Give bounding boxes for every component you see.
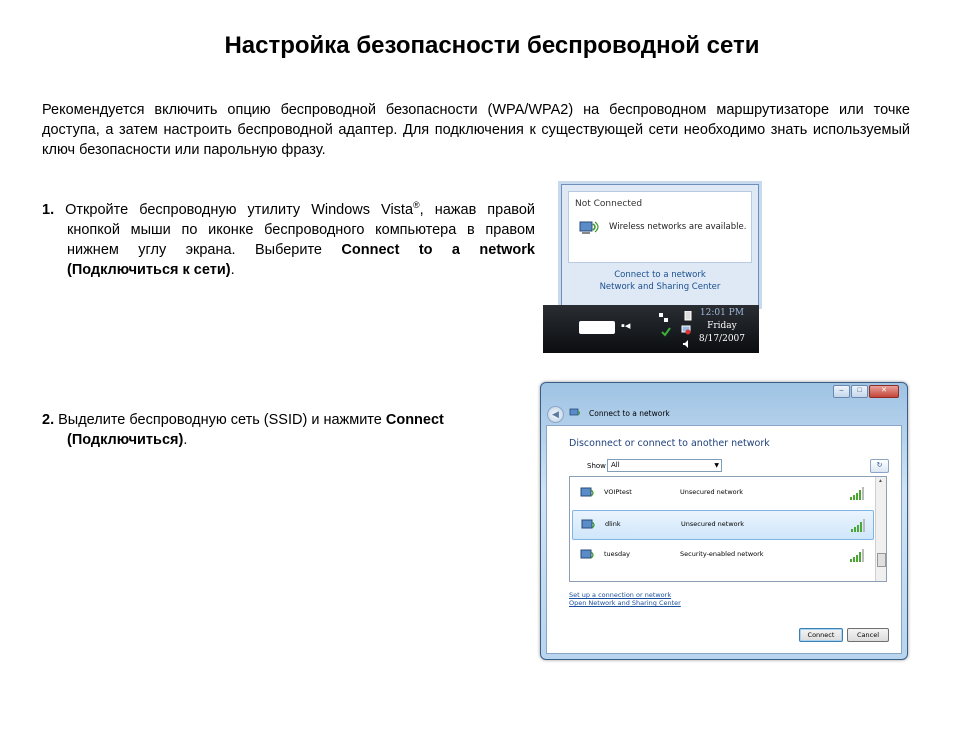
network-row[interactable]: VOIPtest Unsecured network bbox=[572, 479, 872, 507]
show-label: Show bbox=[587, 462, 606, 470]
networks-available-message: Wireless networks are available. bbox=[609, 222, 747, 232]
network-security: Unsecured network bbox=[681, 520, 745, 528]
battery-indicator bbox=[579, 321, 615, 334]
connection-status: Not Connected bbox=[575, 199, 643, 209]
registered-mark: ® bbox=[413, 200, 420, 210]
dialog-title: Connect to a network bbox=[589, 409, 670, 418]
wireless-network-icon bbox=[581, 519, 595, 529]
window-buttons: – □ ✕ bbox=[833, 385, 899, 398]
network-row-selected[interactable]: dlink Unsecured network bbox=[572, 510, 874, 540]
tray-check-icon[interactable] bbox=[661, 327, 671, 337]
tray-screenshot: Not Connected Wireless networks are avai… bbox=[543, 180, 759, 353]
setup-connection-link[interactable]: Set up a connection or network bbox=[569, 591, 681, 599]
network-name: dlink bbox=[605, 520, 621, 528]
dialog-heading: Disconnect or connect to another network bbox=[569, 438, 770, 449]
network-name: tuesday bbox=[604, 550, 631, 558]
list-scrollbar[interactable]: ▲ bbox=[875, 477, 886, 581]
speaker-icon[interactable] bbox=[681, 339, 691, 349]
step-1-number: 1. bbox=[42, 201, 55, 218]
dialog-links: Set up a connection or network Open Netw… bbox=[569, 591, 681, 607]
step-1: 1. Откройте беспроводную утилиту Windows… bbox=[42, 195, 535, 280]
network-name: VOIPtest bbox=[604, 488, 632, 496]
connect-button[interactable]: Connect bbox=[799, 628, 843, 642]
dialog-navbar: ◀ Connect to a network bbox=[545, 403, 903, 425]
clock-date: 8/17/2007 bbox=[698, 334, 745, 344]
taskbar: ▪◂ 12:01 PM Friday 8/17/2007 bbox=[543, 305, 759, 353]
signal-strength-icon bbox=[850, 548, 864, 562]
chevron-down-icon: ▼ bbox=[714, 462, 719, 469]
intro-paragraph: Рекомендуется включить опцию беспроводно… bbox=[42, 102, 910, 158]
tray-wireless-network-icon[interactable] bbox=[681, 325, 691, 335]
connect-dialog-screenshot: – □ ✕ ◀ Connect to a network Disconnect … bbox=[540, 382, 908, 660]
show-select-value: All bbox=[611, 461, 620, 469]
step-1-end: . bbox=[230, 261, 235, 278]
secured-network-icon bbox=[580, 549, 594, 559]
clock-day: Friday bbox=[707, 321, 737, 331]
open-sharing-center-link[interactable]: Open Network and Sharing Center bbox=[569, 599, 681, 607]
show-select[interactable]: All ▼ bbox=[607, 459, 722, 472]
scroll-up-icon[interactable]: ▲ bbox=[878, 478, 883, 484]
sharing-center-link[interactable]: Network and Sharing Center bbox=[562, 281, 758, 293]
step-2-number: 2. bbox=[42, 412, 55, 428]
scroll-thumb[interactable] bbox=[877, 553, 886, 567]
back-arrow-icon[interactable]: ◀ bbox=[547, 406, 564, 423]
dialog-content: Disconnect or connect to another network… bbox=[546, 425, 902, 654]
network-security: Security-enabled network bbox=[680, 550, 764, 558]
close-icon[interactable]: ✕ bbox=[869, 385, 899, 398]
wireless-computer-icon bbox=[579, 221, 599, 234]
tray-clock[interactable]: 12:01 PM Friday 8/17/2007 bbox=[699, 307, 745, 346]
power-plug-icon: ▪◂ bbox=[621, 320, 631, 332]
network-list: VOIPtest Unsecured network dlink Unsecur… bbox=[569, 476, 887, 582]
signal-strength-icon bbox=[851, 518, 865, 532]
connect-to-network-link[interactable]: Connect to a network bbox=[562, 269, 758, 281]
maximize-icon[interactable]: □ bbox=[851, 385, 868, 398]
cancel-button[interactable]: Cancel bbox=[847, 628, 889, 642]
wireless-network-icon bbox=[580, 487, 594, 497]
step-2-end: . bbox=[183, 432, 188, 448]
tray-flag-icon[interactable] bbox=[659, 313, 669, 323]
signal-strength-icon bbox=[850, 486, 864, 500]
step-1-text-a: Откройте беспроводную утилиту Windows Vi… bbox=[54, 201, 414, 218]
step-2-text-a: Выделите беспроводную сеть (SSID) и нажм… bbox=[54, 412, 386, 428]
network-security: Unsecured network bbox=[680, 488, 744, 496]
tray-device-icon[interactable] bbox=[683, 311, 693, 321]
minimize-icon[interactable]: – bbox=[833, 385, 850, 398]
network-row[interactable]: tuesday Security-enabled network bbox=[572, 541, 872, 569]
clock-time: 12:01 PM bbox=[699, 308, 744, 318]
page-title: Настройка безопасности беспроводной сети bbox=[224, 32, 760, 59]
popup-links: Connect to a network Network and Sharing… bbox=[562, 269, 758, 293]
step-2: 2. Выделите беспроводную сеть (SSID) и н… bbox=[42, 410, 497, 450]
network-icon bbox=[569, 408, 580, 416]
network-popup: Not Connected Wireless networks are avai… bbox=[561, 184, 759, 306]
refresh-button[interactable]: ↻ bbox=[870, 459, 889, 473]
popup-body: Not Connected Wireless networks are avai… bbox=[568, 191, 752, 263]
